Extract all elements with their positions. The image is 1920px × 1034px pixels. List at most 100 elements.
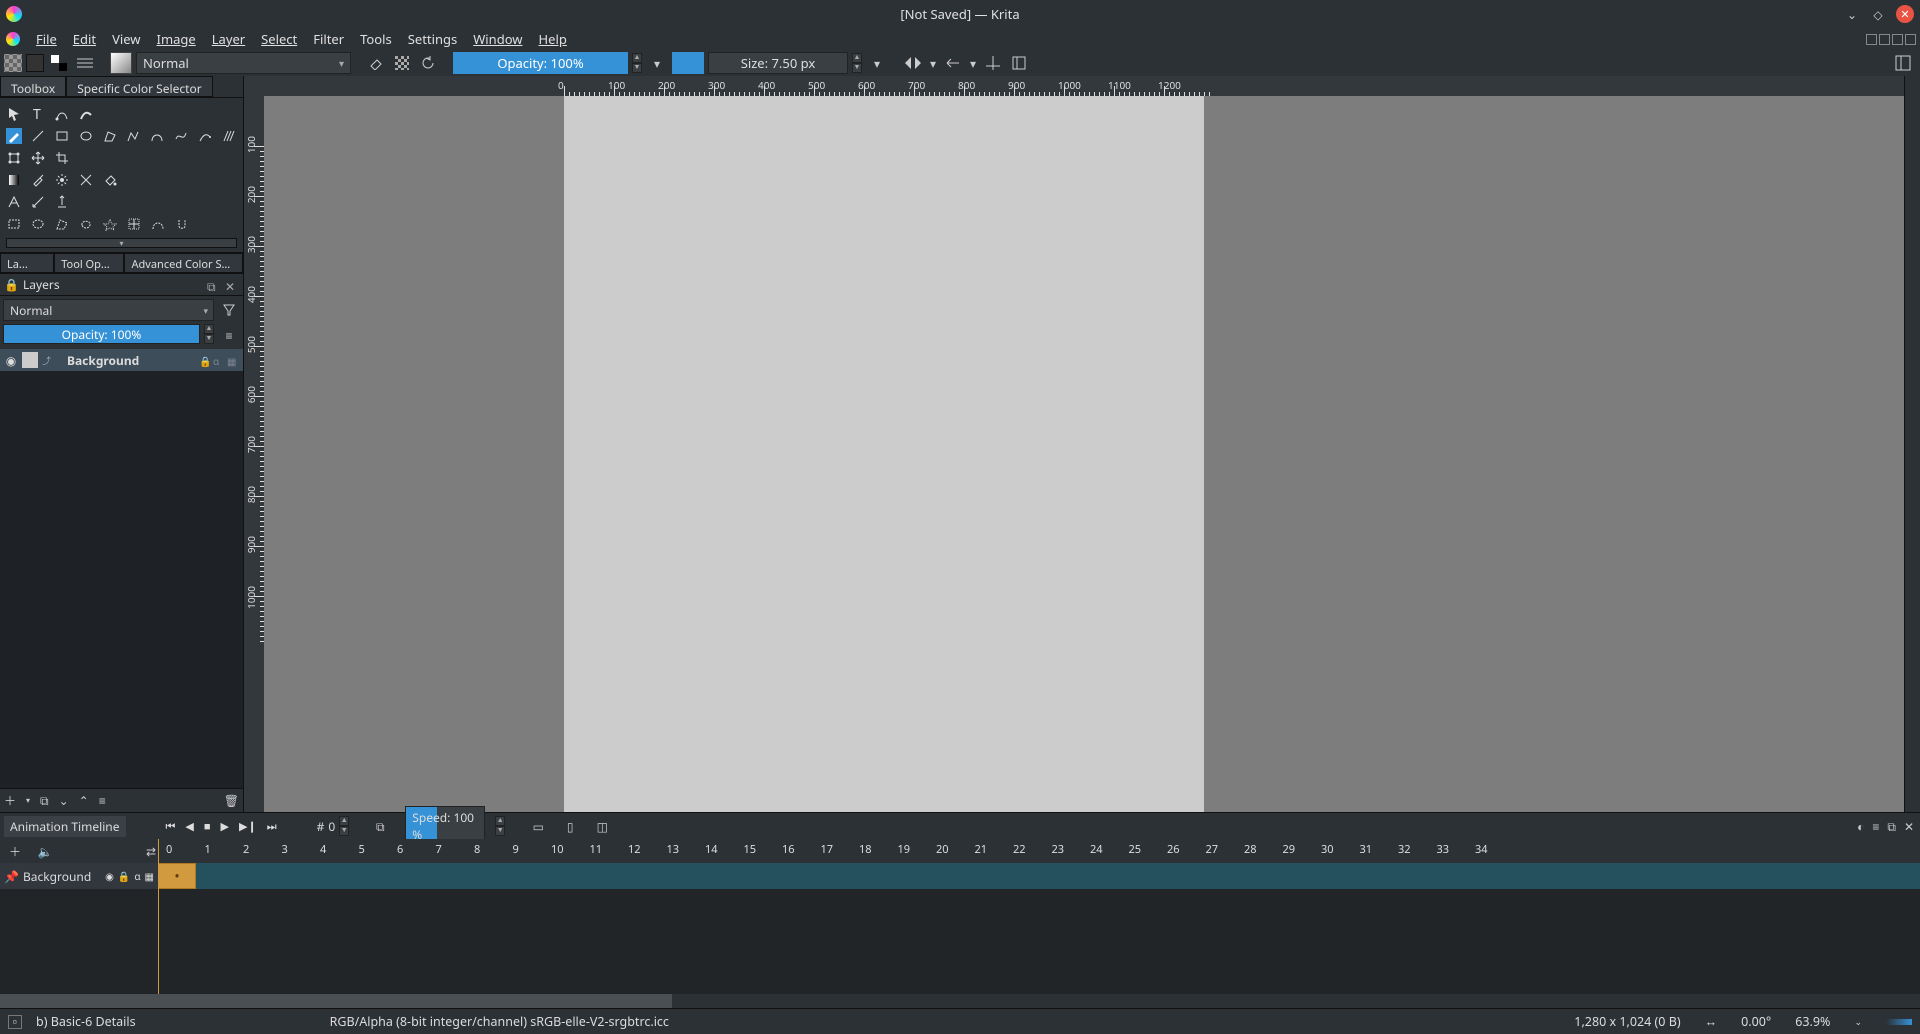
frame-number-tick[interactable]: 6 [397,842,403,857]
size-field[interactable]: Size: 7.50 px [708,52,848,74]
opacity-menu-icon[interactable]: ▾ [646,52,668,74]
menu-filter[interactable]: Filter [305,28,352,50]
tab-tool-options[interactable]: Tool Op... [54,253,124,273]
status-angle[interactable]: 0.00° [1741,1013,1771,1030]
frame-ruler[interactable]: 0123456789101112131415161718192021222324… [162,839,1916,863]
timeline-float-icon[interactable]: ⧉ [1887,818,1896,835]
wrap-icon[interactable] [982,52,1004,74]
size-spinner[interactable]: ▲▼ [852,53,862,73]
timeline-tab[interactable]: Animation Timeline [4,816,126,837]
timeline-track-frames[interactable] [158,863,1920,889]
layers-float-icon[interactable]: ⧉ [207,278,221,292]
zoom-menu-icon[interactable]: ⌄ [1854,1015,1862,1028]
presets-list-icon[interactable] [74,52,96,74]
next-frame-icon[interactable]: ▶❙ [239,819,257,834]
polyline-tool-icon[interactable] [126,128,142,144]
layout-buttons[interactable] [1866,34,1916,45]
frame-number-tick[interactable]: 19 [898,842,911,857]
goto-start-icon[interactable]: ⏮ [166,819,176,834]
frame-number-tick[interactable]: 10 [551,842,564,857]
menu-layer[interactable]: Layer [204,28,253,50]
layer-name[interactable]: Background [55,352,195,369]
menu-view[interactable]: View [104,28,148,50]
pattern-swatch[interactable] [4,54,22,72]
layer-props-icon[interactable]: ≡ [99,792,106,809]
frame-number-tick[interactable]: 0 [166,842,172,857]
frame-number-tick[interactable]: 8 [474,842,480,857]
frame-number-tick[interactable]: 22 [1013,842,1026,857]
track-checker-icon[interactable]: ▦ [145,869,154,883]
assistant-tool-icon[interactable] [6,194,22,210]
frame-number-tick[interactable]: 28 [1244,842,1257,857]
track-vis-icon[interactable]: ◉ [105,869,114,883]
layer-item[interactable]: ◉ ⤴ Background 🔒 α ▦ [0,349,243,371]
opacity-slider[interactable]: Opacity: 100% [453,52,628,74]
document-canvas[interactable] [564,96,1204,812]
smart-patch-tool-icon[interactable] [78,172,94,188]
frame-number-tick[interactable]: 12 [628,842,641,857]
mirror-h-more-icon[interactable]: ▾ [928,52,938,74]
delete-layer-icon[interactable]: 🗑 [224,792,239,809]
track-lock-icon[interactable]: 🔒 [118,869,130,883]
frame-number-tick[interactable]: 32 [1398,842,1411,857]
menu-select[interactable]: Select [253,28,305,50]
frame-number-tick[interactable]: 9 [513,842,519,857]
layer-checker-icon[interactable]: ▦ [227,354,239,366]
stop-icon[interactable]: ■ [204,819,211,834]
duplicate-layer-icon[interactable]: ⧉ [40,792,49,809]
frame-number-tick[interactable]: 24 [1090,842,1103,857]
ellipse-tool-icon[interactable] [78,128,94,144]
dynamic-brush-tool-icon[interactable] [197,128,213,144]
frame-number-tick[interactable]: 14 [705,842,718,857]
menu-settings[interactable]: Settings [400,28,465,50]
bezier-tool-icon[interactable] [149,128,165,144]
workspace-icon[interactable] [1008,52,1030,74]
frame-number-tick[interactable]: 34 [1475,842,1488,857]
menu-tools[interactable]: Tools [352,28,400,50]
color-picker-tool-icon[interactable] [30,172,46,188]
brush-preset-icon[interactable] [110,52,132,74]
fg-swatch[interactable] [26,54,44,72]
track-pin-icon[interactable]: 📌 [4,868,19,885]
frame-number[interactable]: 0 [328,818,335,835]
fill-tool-icon[interactable] [102,172,118,188]
frame-number-tick[interactable]: 18 [859,842,872,857]
frame-number-tick[interactable]: 25 [1129,842,1142,857]
menu-file[interactable]: File [28,28,65,50]
layer-opacity-slider[interactable]: Opacity: 100% [3,324,200,344]
frame-number-tick[interactable]: 30 [1321,842,1334,857]
alpha-lock-icon[interactable] [391,52,413,74]
onion-skin-icon[interactable]: ◐ [1857,818,1864,835]
speed-spinner[interactable]: ▲▼ [495,816,505,836]
brush-tool-icon[interactable] [6,128,22,144]
opacity-spinner[interactable]: ▲▼ [632,53,642,73]
tab-color-selector[interactable]: Specific Color Selector [66,76,213,97]
current-keyframe[interactable] [158,863,196,889]
frame-number-tick[interactable]: 27 [1206,842,1219,857]
rect-tool-icon[interactable] [54,128,70,144]
play-icon[interactable]: ▶ [221,819,229,834]
gradient-tool-icon[interactable] [6,172,22,188]
layer-blend-dropdown[interactable]: Normal [3,299,214,321]
zoom-frames-icon[interactable]: ⇄ [140,840,162,862]
move-down-icon[interactable]: ⌄ [59,792,69,809]
toolbox-expand[interactable] [6,238,237,248]
onion-c-icon[interactable]: ◫ [591,815,613,837]
layer-opacity-spinner[interactable]: ▲▼ [204,324,214,346]
reload-icon[interactable] [417,52,439,74]
drop-frames-icon[interactable]: ⧉ [369,815,391,837]
prev-frame-icon[interactable]: ◀ [185,819,193,834]
add-layer-more-icon[interactable]: ▾ [26,795,30,806]
colorize-tool-icon[interactable] [54,172,70,188]
choose-workspace-icon[interactable] [1892,52,1914,74]
layer-visibility-icon[interactable]: ◉ [4,352,18,369]
frame-number-tick[interactable]: 13 [667,842,680,857]
right-scroll-region[interactable] [1904,76,1920,812]
frame-spinner[interactable]: ▲▼ [339,816,349,836]
swap-colors-icon[interactable] [48,52,70,74]
frame-number-tick[interactable]: 17 [821,842,834,857]
line-tool-icon[interactable] [30,128,46,144]
frame-number-tick[interactable]: 29 [1283,842,1296,857]
polygon-select-tool-icon[interactable] [54,216,70,232]
frame-number-tick[interactable]: 11 [590,842,603,857]
